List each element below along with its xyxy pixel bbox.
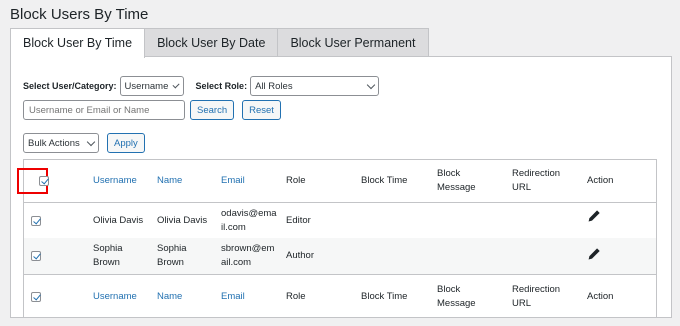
select-all-footer-checkbox[interactable]	[31, 291, 41, 302]
header-text: Block	[437, 168, 461, 180]
apply-button[interactable]: Apply	[107, 133, 145, 153]
pencil-icon[interactable]	[587, 247, 601, 261]
row-checkbox-cell	[31, 203, 41, 238]
column-footer-redirection-url: Redirection URL	[512, 275, 560, 318]
cell-text: Brown	[93, 257, 120, 268]
user-category-select[interactable]: Username	[119, 76, 184, 96]
row-checkbox[interactable]	[31, 215, 41, 226]
chevron-down-icon	[86, 137, 96, 146]
column-header-email[interactable]: Email	[221, 160, 245, 202]
bulk-actions-value: Bulk Actions	[28, 137, 80, 149]
column-header-action: Action	[587, 175, 614, 187]
column-footer-name[interactable]: Name	[157, 275, 182, 318]
cell-name: Sophia Brown	[157, 238, 187, 274]
footer-text: Redirection	[512, 283, 561, 295]
reset-button[interactable]: Reset	[242, 100, 281, 120]
column-footer-action: Action	[587, 290, 614, 302]
settings-panel: Select User/Category: Username Select Ro…	[10, 56, 672, 318]
tab-block-user-by-date[interactable]: Block User By Date	[145, 28, 279, 57]
cell-text: Sophia	[93, 243, 123, 255]
footer-text: Message	[437, 297, 476, 309]
chevron-down-icon	[172, 80, 181, 89]
tab-block-user-permanent[interactable]: Block User Permanent	[278, 28, 429, 57]
user-category-label: Select User/Category:	[23, 81, 117, 91]
tab-block-user-by-time[interactable]: Block User By Time	[10, 28, 146, 58]
cell-text: sbrown@em	[221, 243, 275, 255]
header-text: Message	[437, 182, 476, 193]
table-header-row: Username Name Email Role Block Time Bloc…	[17, 160, 656, 203]
column-footer-email[interactable]: Email	[221, 275, 245, 318]
column-header-username[interactable]: Username	[93, 160, 137, 202]
user-category-value: Username	[124, 80, 169, 92]
users-table: Username Name Email Role Block Time Bloc…	[17, 159, 657, 318]
role-label: Select Role:	[195, 81, 248, 91]
select-all-checkbox[interactable]	[39, 176, 49, 186]
column-header-block-time: Block Time	[361, 175, 408, 187]
column-header-redirection-url: Redirection URL	[512, 160, 560, 202]
page-title: Block Users By Time	[10, 6, 149, 23]
search-button[interactable]: Search	[190, 100, 235, 120]
table-row: Olivia Davis Olivia Davis odavis@ema il.…	[24, 203, 656, 238]
cell-text: odavis@ema	[221, 207, 277, 219]
edit-action[interactable]	[587, 198, 601, 233]
pencil-icon[interactable]	[587, 209, 601, 223]
column-footer-role: Role	[286, 290, 306, 302]
bulk-actions-row: Bulk Actions Apply	[23, 133, 145, 153]
column-header-block-message: Block Message	[437, 160, 476, 202]
search-input[interactable]	[23, 100, 185, 120]
row-checkbox[interactable]	[31, 251, 41, 261]
cell-role: Editor	[286, 214, 311, 226]
bulk-actions-select[interactable]: Bulk Actions	[23, 133, 99, 153]
cell-text: ail.com	[221, 257, 252, 268]
role-value: All Roles	[255, 80, 293, 92]
chevron-down-icon	[366, 80, 376, 89]
cell-username: Olivia Davis	[93, 214, 144, 226]
edit-action[interactable]	[587, 236, 601, 272]
cell-email: sbrown@em ail.com	[221, 238, 274, 274]
table-footer-row: Username Name Email Role Block Time Bloc…	[24, 274, 656, 318]
select-all-cell	[17, 160, 64, 202]
column-footer-username[interactable]: Username	[93, 275, 137, 318]
header-text: URL	[512, 182, 532, 193]
column-header-name[interactable]: Name	[157, 160, 182, 202]
cell-role: Author	[286, 250, 314, 262]
cell-email: odavis@ema il.com	[221, 203, 277, 238]
cell-text: il.com	[221, 221, 246, 233]
cell-text: Brown	[157, 257, 184, 268]
cell-name: Olivia Davis	[157, 214, 208, 226]
role-select[interactable]: All Roles	[250, 76, 380, 96]
filter-row: Select User/Category: Username Select Ro…	[23, 76, 380, 96]
column-header-role: Role	[286, 175, 306, 187]
column-footer-block-time: Block Time	[361, 290, 408, 302]
search-row: Search Reset	[23, 100, 281, 120]
tab-bar: Block User By Time Block User By Date Bl…	[10, 28, 429, 58]
footer-text: Block	[437, 283, 461, 295]
cell-text: Sophia	[157, 243, 187, 255]
table-row: Sophia Brown Sophia Brown sbrown@em ail.…	[24, 238, 656, 274]
cell-username: Sophia Brown	[93, 238, 123, 274]
column-footer-block-message: Block Message	[437, 275, 476, 318]
row-checkbox-cell	[31, 238, 41, 274]
select-all-footer-cell	[31, 275, 41, 318]
header-text: Redirection	[512, 168, 561, 180]
footer-text: URL	[512, 297, 532, 309]
